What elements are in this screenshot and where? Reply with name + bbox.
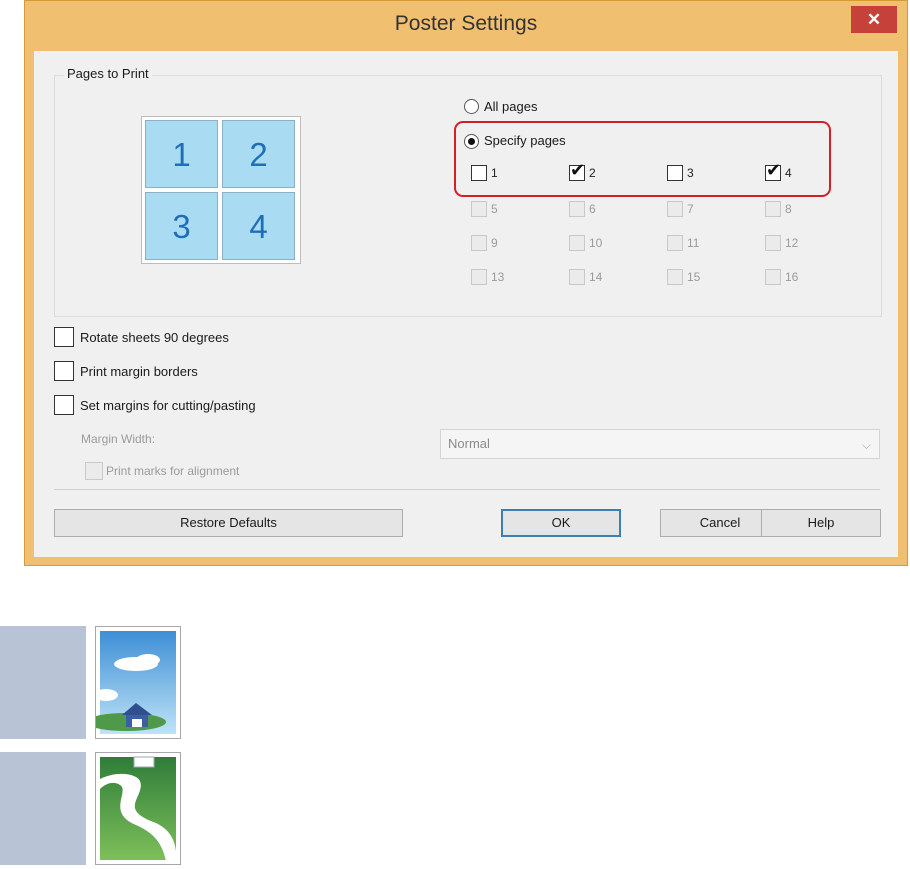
ok-button[interactable]: OK [501,509,621,537]
preview-tile: 2 [222,120,295,188]
gray-sheet-placeholder [0,752,86,865]
help-button[interactable]: Help [761,509,881,537]
page-checkbox-label: 16 [785,270,799,284]
page-checkbox[interactable]: ✔ [765,161,781,181]
title-bar[interactable]: Poster Settings ✕ [25,1,907,51]
print-margin-borders-checkbox[interactable] [54,361,74,381]
chevron-down-icon: ⌵ [861,438,871,452]
page-checkbox-label: 2 [589,166,596,180]
page-checkbox[interactable] [667,269,683,285]
close-button[interactable]: ✕ [851,6,897,33]
separator [54,489,880,490]
checkmark-icon: ✔ [570,160,586,180]
preview-tile: 3 [145,192,218,260]
alignment-marks-checkbox[interactable] [85,462,103,480]
page-checkbox[interactable]: ✔ [569,161,585,181]
preview-tile: 4 [222,192,295,260]
margin-width-select[interactable]: Normal ⌵ [440,429,880,459]
print-margin-borders-label: Print margin borders [80,364,198,379]
page-checkbox-label: 1 [491,166,498,180]
dialog-title: Poster Settings [394,12,538,35]
restore-defaults-button[interactable]: Restore Defaults [54,509,403,537]
page-checkbox[interactable] [569,201,585,217]
page-checkbox[interactable] [765,201,781,217]
page-checkbox[interactable] [765,235,781,251]
page-checkbox-label: 12 [785,236,799,250]
page-checkbox-label: 8 [785,202,792,216]
page-checkbox-label: 11 [687,236,700,250]
page-checkbox-label: 4 [785,166,792,180]
page-checkbox-label: 5 [491,202,498,216]
close-icon: ✕ [866,10,882,29]
poster-sheet-sky [86,626,181,739]
set-margins-cutting-checkbox[interactable] [54,395,74,415]
page-checkbox[interactable] [667,165,683,181]
preview-tile: 1 [145,120,218,188]
specify-pages-highlight [454,121,831,197]
sky-building-illustration [86,631,176,734]
page-checkbox[interactable] [765,269,781,285]
page-checkbox[interactable] [569,235,585,251]
gray-sheet-placeholder [0,626,86,739]
poster-preview-grid: 1 2 3 4 [141,116,301,264]
all-pages-radio[interactable] [464,99,479,114]
page-checkbox[interactable] [471,269,487,285]
poster-settings-dialog: Poster Settings ✕ Pages to Print 1 2 3 4… [24,0,908,566]
page-checkbox[interactable] [667,201,683,217]
page-checkbox-label: 9 [491,236,498,250]
all-pages-label: All pages [484,99,538,114]
page-checkbox-label: 6 [589,202,596,216]
margin-width-label: Margin Width: [81,432,156,446]
page-checkbox[interactable] [471,235,487,251]
page-checkbox-label: 14 [589,270,603,284]
page-checkbox-label: 15 [687,270,701,284]
page-checkbox-label: 3 [687,166,694,180]
dialog-client-area: Pages to Print 1 2 3 4 All pages Specify… [34,51,898,557]
set-margins-cutting-label: Set margins for cutting/pasting [80,398,256,413]
page-checkbox[interactable] [569,269,585,285]
page-checkbox[interactable] [471,165,487,181]
rotate-sheets-label: Rotate sheets 90 degrees [80,330,229,345]
checkmark-icon: ✔ [766,160,782,180]
page-checkbox[interactable] [471,201,487,217]
page-checkbox-label: 10 [589,236,603,250]
page-checkbox-label: 7 [687,202,694,216]
margin-width-value: Normal [448,436,490,451]
page-checkbox-label: 13 [491,270,505,284]
alignment-marks-label: Print marks for alignment [106,464,240,478]
rotate-sheets-checkbox[interactable] [54,327,74,347]
pages-to-print-label: Pages to Print [64,66,152,81]
field-path-illustration [100,756,176,861]
poster-sheet-field [95,752,181,865]
page-checkbox[interactable] [667,235,683,251]
